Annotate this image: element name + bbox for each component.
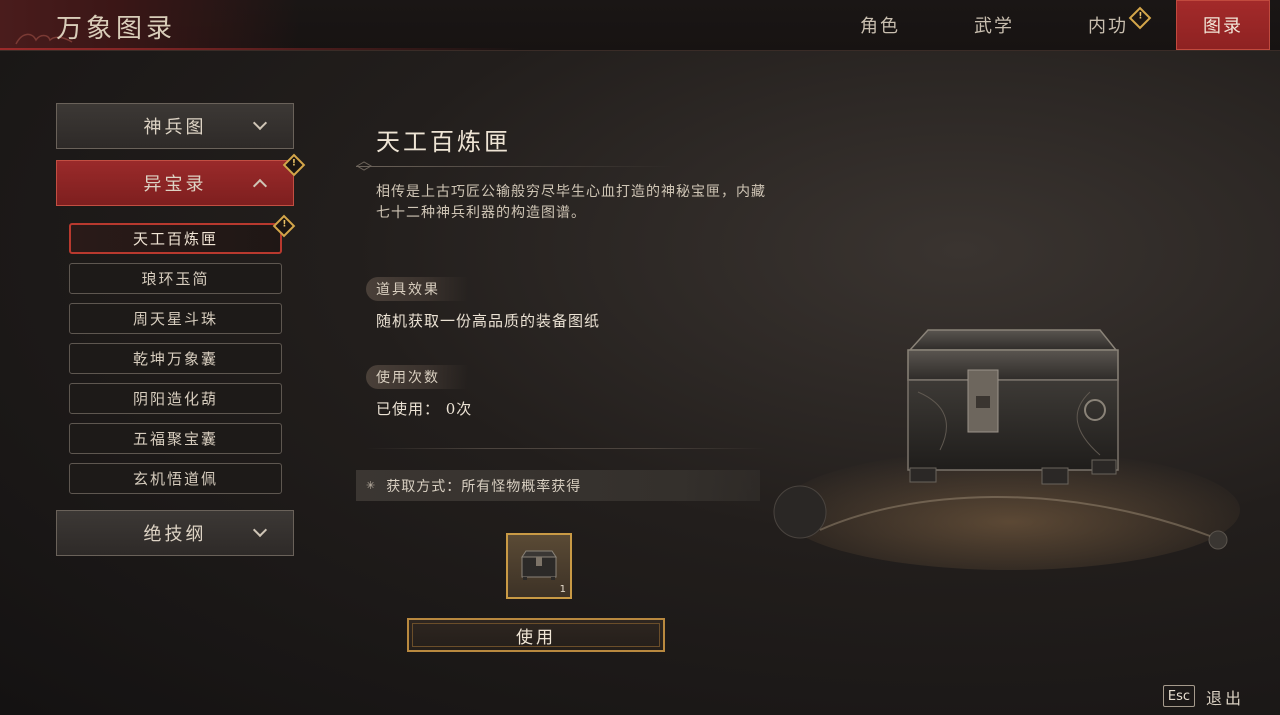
category-label: 神兵图 [143, 117, 207, 138]
exit-button[interactable]: 退出 [1206, 685, 1244, 709]
list-item-label: 琅环玉简 [141, 270, 210, 288]
category-label: 绝技纲 [143, 524, 207, 545]
list-item-label: 玄机悟道佩 [132, 470, 218, 488]
tab-label: 角色 [860, 16, 900, 37]
chevron-up-icon [252, 178, 268, 194]
list-item-label: 五福聚宝囊 [132, 430, 218, 448]
list-item[interactable]: 周天星斗珠 [69, 303, 282, 334]
use-button[interactable]: 使用 [407, 618, 665, 652]
tab-label: 图录 [1203, 16, 1243, 37]
alert-icon [282, 153, 306, 177]
category-ultimate-skills[interactable]: 绝技纲 [56, 510, 294, 556]
effect-label-text: 道具效果 [376, 282, 440, 298]
item-title: 天工百炼匣 [376, 128, 511, 156]
list-item-label: 天工百炼匣 [132, 230, 218, 248]
tab-label: 武学 [974, 16, 1014, 37]
list-item[interactable]: 五福聚宝囊 [69, 423, 282, 454]
effect-label: 道具效果 [366, 277, 468, 301]
alert-icon [272, 214, 296, 238]
esc-key[interactable]: Esc [1163, 685, 1195, 707]
source-text: 获取方式：所有怪物概率获得 [386, 478, 582, 495]
list-item[interactable]: 乾坤万象囊 [69, 343, 282, 374]
category-divine-weapons[interactable]: 神兵图 [56, 103, 294, 149]
use-button-label: 使用 [516, 627, 556, 648]
treasure-chest-illustration [773, 329, 1240, 570]
item-count: 1 [559, 584, 566, 595]
uses-label: 使用次数 [366, 365, 468, 389]
effect-value: 随机获取一份高品质的装备图纸 [376, 312, 601, 330]
tab-character[interactable]: 角色 [830, 0, 930, 50]
list-item-label: 阴阳造化葫 [132, 390, 218, 408]
category-label: 异宝录 [143, 174, 207, 195]
alert-icon [1128, 6, 1152, 30]
list-item-tiangong-box[interactable]: 天工百炼匣 [69, 214, 296, 254]
title-divider [356, 166, 674, 167]
list-item-label: 乾坤万象囊 [132, 350, 218, 368]
section-divider [366, 448, 766, 449]
category-rare-treasures[interactable]: 异宝录 [56, 153, 306, 206]
top-bar: 万象图录 角色 武学 内功 图录 [0, 0, 1280, 51]
list-item[interactable]: 琅环玉简 [69, 263, 282, 294]
list-item[interactable]: 玄机悟道佩 [69, 463, 282, 494]
tab-label: 内功 [1088, 16, 1128, 37]
chevron-down-icon [252, 522, 268, 538]
sparkle-icon: ✳ [366, 479, 377, 492]
item-slot[interactable]: 1 [506, 533, 572, 599]
title-banner: 万象图录 [0, 0, 520, 50]
tab-inner-skill[interactable]: 内功 [1058, 0, 1158, 50]
uses-label-text: 使用次数 [376, 370, 440, 386]
item-description: 相传是上古巧匠公输般穷尽毕生心血打造的神秘宝匣，内藏七十二种神兵利器的构造图谱。 [376, 184, 766, 221]
uses-value: 已使用： 0次 [376, 400, 473, 418]
list-item[interactable]: 阴阳造化葫 [69, 383, 282, 414]
page-title: 万象图录 [56, 14, 177, 44]
list-item-label: 周天星斗珠 [132, 310, 218, 328]
source-info: ✳ 获取方式：所有怪物概率获得 [356, 470, 760, 501]
chevron-down-icon [252, 115, 268, 131]
tab-catalog[interactable]: 图录 [1176, 0, 1270, 50]
tab-martial-arts[interactable]: 武学 [944, 0, 1044, 50]
